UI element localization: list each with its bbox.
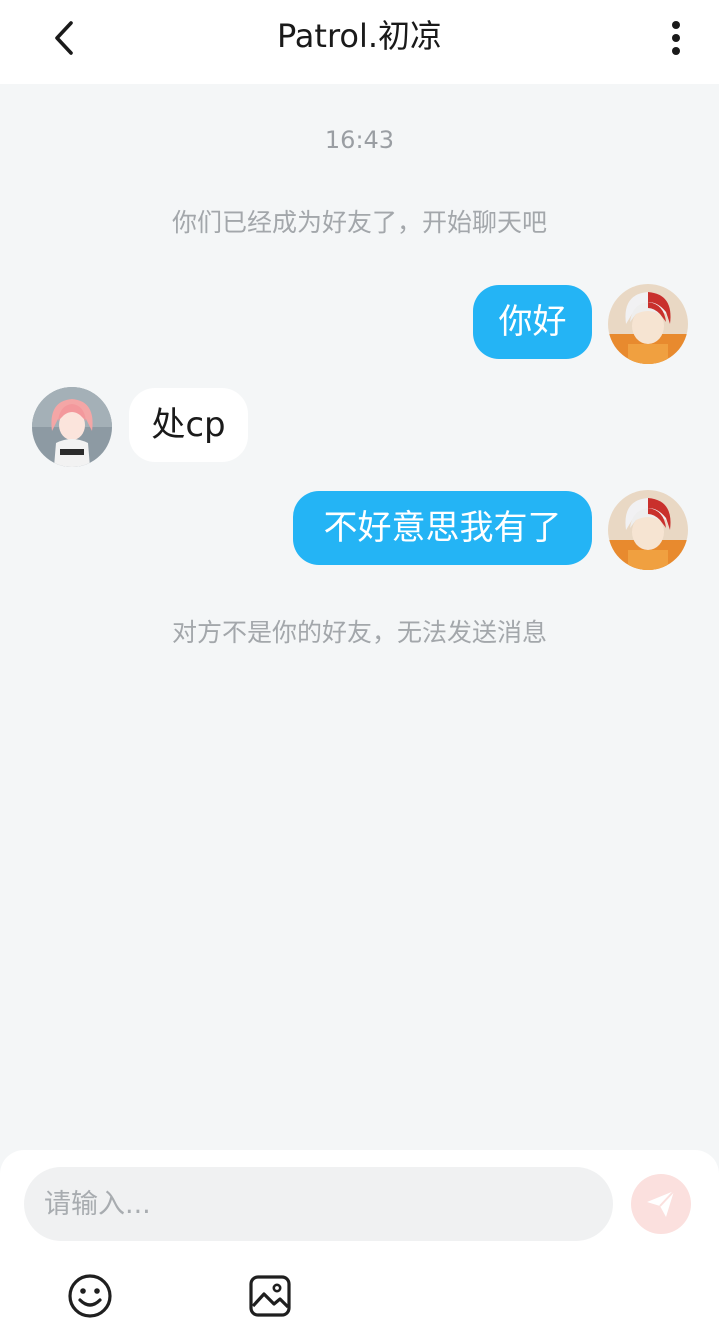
image-button[interactable]: [244, 1270, 296, 1322]
emoji-button[interactable]: [64, 1270, 116, 1322]
message-input[interactable]: [24, 1167, 613, 1241]
page-title: Patrol.初凉: [276, 17, 443, 55]
system-message-not-friend: 对方不是你的好友，无法发送消息: [171, 618, 547, 647]
emoji-icon: [68, 1274, 112, 1318]
image-icon: [249, 1275, 291, 1317]
message-bubble-outgoing[interactable]: 你好: [473, 285, 592, 359]
send-button[interactable]: [631, 1174, 691, 1234]
more-vertical-icon: [672, 21, 680, 55]
message-bubble-outgoing[interactable]: 不好意思我有了: [293, 491, 592, 565]
more-options-button[interactable]: [656, 14, 696, 62]
composer-bar: [0, 1150, 719, 1339]
contact-avatar[interactable]: [32, 387, 112, 467]
message-timestamp: 16:43: [324, 126, 395, 154]
top-bar: Patrol.初凉: [0, 0, 719, 84]
message-bubble-incoming[interactable]: 处cp: [129, 388, 248, 462]
system-message-friend-added: 你们已经成为好友了，开始聊天吧: [171, 208, 547, 237]
send-icon: [647, 1190, 675, 1217]
my-avatar[interactable]: [608, 284, 688, 364]
my-avatar[interactable]: [608, 490, 688, 570]
